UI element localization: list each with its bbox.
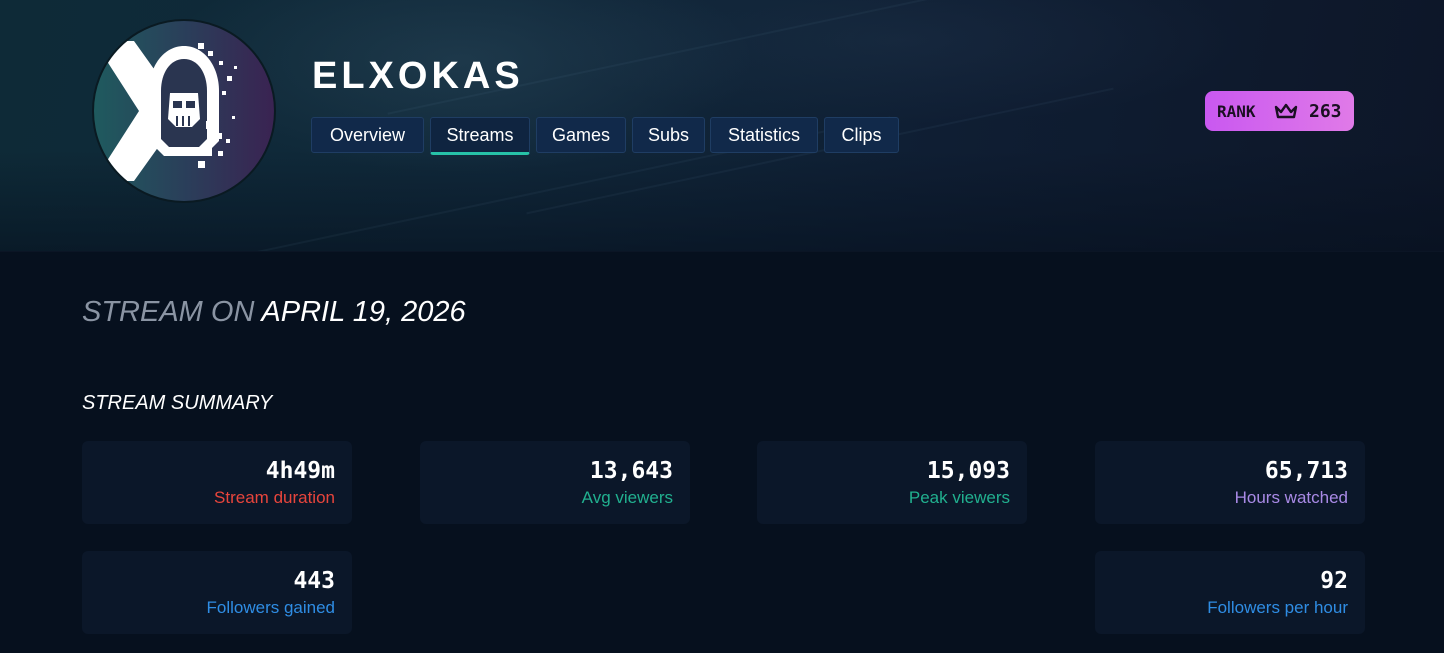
stat-label: Followers per hour bbox=[1207, 598, 1348, 617]
stat-card-followers-gained: 443 Followers gained bbox=[82, 551, 352, 634]
channel-header: ELXOKAS Overview Streams Games Subs Stat… bbox=[0, 0, 1444, 252]
stat-value: 65,713 bbox=[1264, 458, 1348, 484]
tab-statistics[interactable]: Statistics bbox=[710, 117, 818, 153]
stat-card-followers-per-hour: 92 Followers per hour bbox=[1095, 551, 1365, 634]
tab-subs[interactable]: Subs bbox=[632, 117, 705, 153]
rank-badge[interactable]: RANK 263 bbox=[1205, 91, 1354, 131]
stat-card-avg-viewers: 13,643 Avg viewers bbox=[420, 441, 690, 524]
stat-value: 4h49m bbox=[265, 458, 335, 484]
tab-games[interactable]: Games bbox=[536, 117, 626, 153]
tab-streams[interactable]: Streams bbox=[430, 117, 530, 155]
stat-label: Hours watched bbox=[1234, 488, 1348, 507]
section-heading: STREAM SUMMARY bbox=[82, 392, 273, 414]
stat-label: Peak viewers bbox=[908, 488, 1010, 507]
page-title: STREAM ON APRIL 19, 2026 bbox=[82, 296, 466, 329]
stat-value: 13,643 bbox=[589, 458, 673, 484]
tab-overview[interactable]: Overview bbox=[311, 117, 424, 153]
stat-value: 443 bbox=[293, 568, 335, 594]
stat-card-stream-duration: 4h49m Stream duration bbox=[82, 441, 352, 524]
stat-value: 15,093 bbox=[926, 458, 1010, 484]
stat-card-hours-watched: 65,713 Hours watched bbox=[1095, 441, 1365, 524]
title-prefix: STREAM ON bbox=[82, 296, 255, 328]
stat-label: Followers gained bbox=[206, 598, 335, 617]
crown-icon bbox=[1274, 103, 1298, 119]
stat-label: Avg viewers bbox=[581, 488, 673, 507]
stat-label: Stream duration bbox=[214, 488, 335, 507]
rank-label: RANK bbox=[1217, 102, 1256, 121]
stat-card-peak-viewers: 15,093 Peak viewers bbox=[757, 441, 1027, 524]
tab-clips[interactable]: Clips bbox=[824, 117, 899, 153]
rank-value: 263 bbox=[1309, 101, 1342, 122]
stream-date: APRIL 19, 2026 bbox=[261, 296, 466, 328]
avatar[interactable] bbox=[92, 19, 276, 203]
channel-name: ELXOKAS bbox=[312, 55, 524, 97]
stat-value: 92 bbox=[1320, 568, 1348, 594]
hooded-skull-logo-icon bbox=[94, 41, 237, 181]
